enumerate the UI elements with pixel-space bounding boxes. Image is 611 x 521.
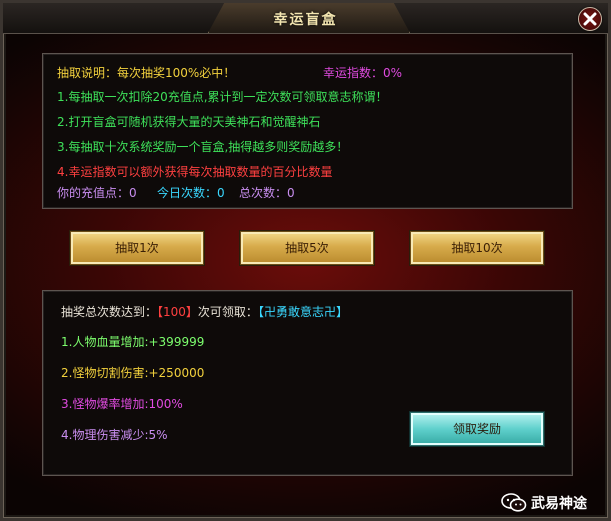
rule-2: 2.打开盲盒可随机获得大量的天美神石和觉醒神石 [57, 115, 321, 129]
reward-count: 【100】 [157, 305, 198, 319]
luck-index: 幸运指数：0% [323, 66, 403, 80]
wechat-icon [501, 493, 527, 512]
info-panel: 抽取说明：每次抽奖100%必中！ 幸运指数：0% 1.每抽取一次扣除20充值点,… [42, 53, 573, 209]
reward-stat-2: 2.怪物切割伤害:+250000 [61, 366, 205, 380]
watermark: 武易神途 [501, 491, 611, 517]
close-button[interactable] [578, 7, 602, 31]
recharge-points: 你的充值点：0 [57, 186, 137, 200]
reward-prefix: 抽奖总次数达到： [61, 305, 158, 319]
reward-stat-1: 1.人物血量增加:+399999 [61, 335, 205, 349]
draw-1-button[interactable]: 抽取1次 [70, 231, 204, 265]
watermark-text: 武易神途 [531, 496, 587, 512]
draw-explanation: 抽取说明：每次抽奖100%必中！ [57, 66, 236, 80]
rule-4: 4.幸运指数可以额外获得每次抽取数量的百分比数量 [57, 165, 333, 179]
total-count: 总次数：0 [239, 186, 295, 200]
window-title: 幸运盲盒 [273, 12, 338, 28]
draw-5-button[interactable]: 抽取5次 [240, 231, 374, 265]
draw-10-button[interactable]: 抽取10次 [410, 231, 544, 265]
rule-1: 1.每抽取一次扣除20充值点,累计到一定次数可领取意志称谓！ [57, 90, 388, 104]
close-icon [583, 12, 597, 26]
title-bar[interactable]: 幸运盲盒 [3, 3, 608, 34]
reward-requirement: 抽奖总次数达到：【100】次可领取：【卍勇敢意志卍】 [61, 303, 348, 320]
reward-panel: 抽奖总次数达到：【100】次可领取：【卍勇敢意志卍】 1.人物血量增加:+399… [42, 290, 573, 476]
rule-3: 3.每抽取十次系统奖励一个盲盒,抽得越多则奖励越多！ [57, 140, 349, 154]
lucky-blind-box-window: 幸运盲盒 抽取说明：每次抽奖100%必中！ 幸运指数：0% 1.每抽取一次扣除2… [0, 0, 611, 521]
reward-mid: 次可领取： [197, 305, 258, 319]
reward-stat-4: 4.物理伤害减少:5% [61, 428, 168, 442]
reward-title: 【卍勇敢意志卍】 [257, 305, 348, 319]
reward-stat-3: 3.怪物爆率增加:100% [61, 397, 183, 411]
today-count: 今日次数：0 [157, 186, 225, 200]
claim-reward-button[interactable]: 领取奖励 [410, 412, 544, 446]
